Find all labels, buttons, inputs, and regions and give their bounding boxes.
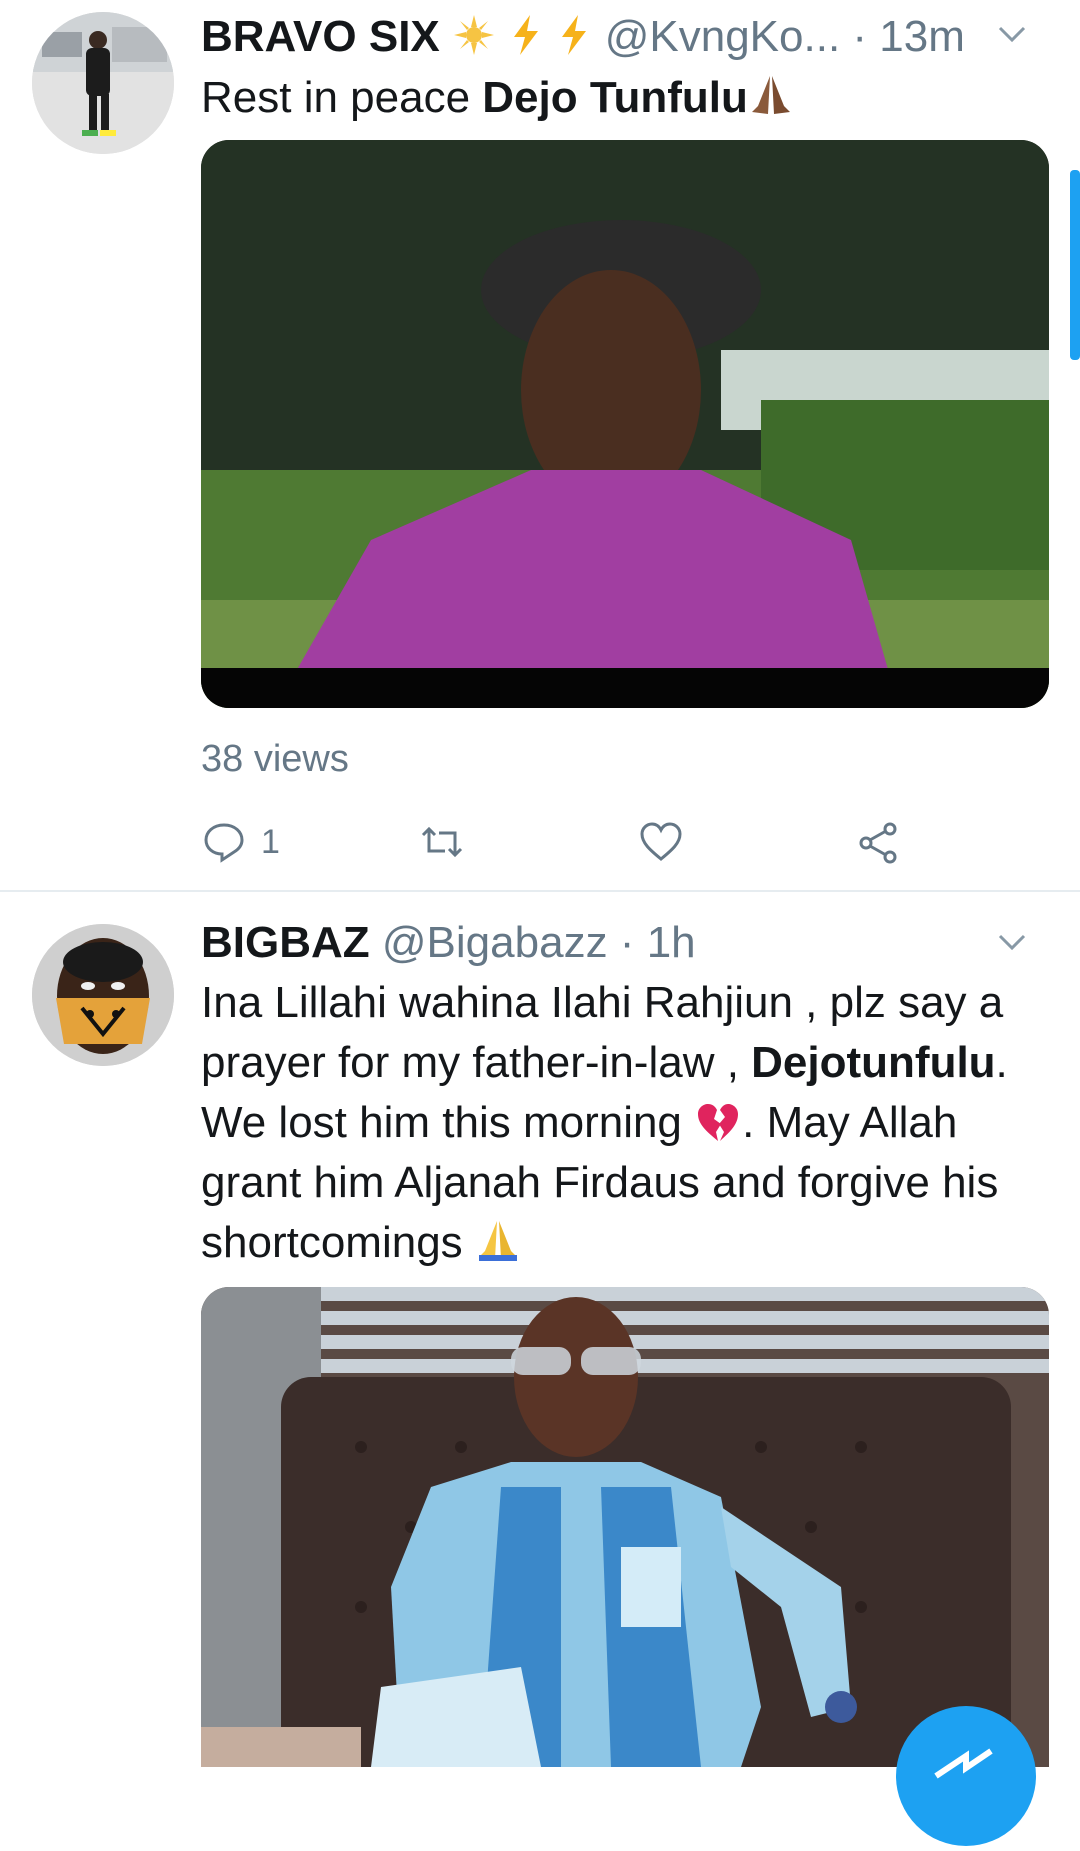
compose-tweet-button[interactable] [896, 1706, 1036, 1846]
tweet-card[interactable]: BRAVO SIX @KvngKo... · 13m Rest in peace… [0, 0, 1080, 890]
retweet-button[interactable] [419, 816, 465, 868]
broken-heart-emoji [694, 1098, 742, 1147]
tweet-photo[interactable] [201, 1287, 1049, 1767]
display-name[interactable]: BIGBAZ [201, 918, 370, 967]
scrollbar[interactable] [1070, 170, 1080, 360]
tweet-timestamp[interactable]: 1h [647, 918, 696, 967]
lightning-emoji [556, 12, 604, 61]
tweet-header: BIGBAZ @Bigabazz · 1h [201, 918, 696, 968]
compose-icon [934, 1748, 993, 1779]
tweet-actions: 1 [201, 816, 961, 868]
praying-hands-emoji [748, 73, 794, 122]
retweet-icon [421, 826, 463, 858]
separator-dot: · [852, 12, 868, 61]
lightning-emoji [508, 12, 556, 61]
chevron-down-icon[interactable] [994, 16, 1030, 52]
reply-icon [204, 823, 244, 863]
tweet-text-plain: Rest in peace [201, 73, 483, 122]
praying-hands-emoji [475, 1218, 521, 1267]
sun-emoji [452, 12, 508, 61]
tweet-text: Ina Lillahi wahina Ilahi Rahjiun , plz s… [201, 973, 1051, 1273]
like-icon [640, 822, 682, 861]
mention-bold-text[interactable]: Dejo Tunfulu [482, 73, 748, 122]
user-avatar[interactable] [32, 924, 174, 1066]
user-handle[interactable]: @KvngKo... [605, 12, 840, 61]
tweet-timestamp[interactable]: 13m [879, 12, 965, 61]
reply-button[interactable]: 1 [201, 816, 280, 868]
reply-count: 1 [261, 822, 280, 861]
avatar-photo [32, 12, 174, 154]
chevron-down-icon[interactable] [994, 924, 1030, 960]
like-button[interactable] [638, 816, 684, 868]
user-handle[interactable]: @Bigabazz [382, 918, 608, 967]
video-thumbnail[interactable] [201, 140, 1049, 708]
display-name[interactable]: BRAVO SIX [201, 12, 440, 61]
separator-dot: · [619, 918, 635, 967]
tweet-header: BRAVO SIX @KvngKo... · 13m [201, 12, 965, 62]
view-count: 38 views [201, 738, 349, 780]
mention-bold-text[interactable]: Dejotunfulu [751, 1038, 995, 1087]
share-icon [859, 822, 897, 864]
avatar-photo [32, 924, 174, 1066]
user-avatar[interactable] [32, 12, 174, 154]
tweet-text: Rest in peace Dejo Tunfulu [201, 68, 1051, 128]
share-button[interactable] [856, 816, 902, 868]
